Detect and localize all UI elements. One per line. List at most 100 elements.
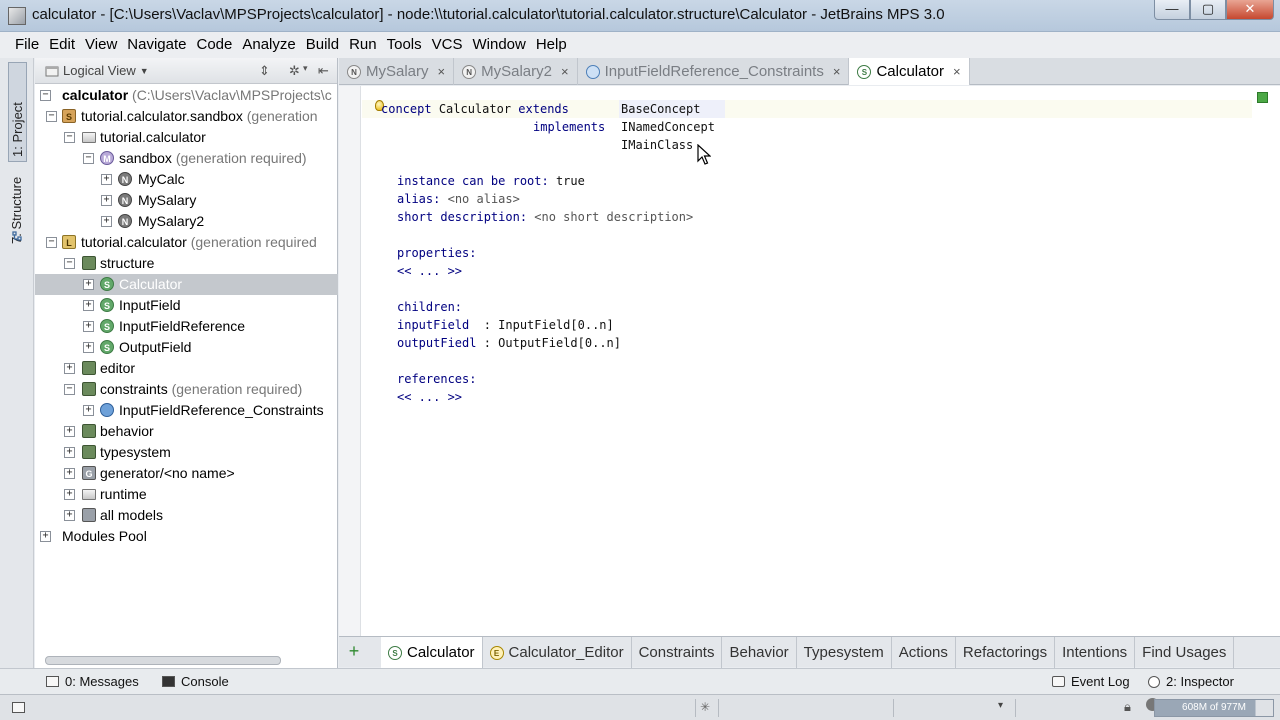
implements-reference-1[interactable]: INamedConcept: [621, 118, 715, 136]
concept-name[interactable]: Calculator: [439, 102, 511, 116]
aspect-tab-calculator-editor[interactable]: E Calculator_Editor: [483, 637, 632, 668]
close-tab-icon[interactable]: ×: [561, 64, 569, 79]
collapse-icon[interactable]: −: [83, 153, 94, 164]
tree-row-sandbox-model[interactable]: − M sandbox (generation required): [35, 148, 338, 169]
collapse-icon[interactable]: −: [64, 258, 75, 269]
tree-row-mycalc[interactable]: + N MyCalc: [35, 169, 338, 190]
expand-icon[interactable]: +: [64, 363, 75, 374]
expand-icon[interactable]: +: [64, 447, 75, 458]
tab-mysalary2[interactable]: N MySalary2 ×: [454, 58, 578, 85]
child-link-inputfield[interactable]: inputField : InputField[0..n]: [397, 316, 614, 334]
tree-row-all-models[interactable]: + all models: [35, 505, 338, 526]
aspect-tab-refactorings[interactable]: Refactorings: [956, 637, 1056, 668]
tree-row-typesystem[interactable]: + typesystem: [35, 442, 338, 463]
console-tool-button[interactable]: Console: [162, 674, 229, 689]
inspector-tool-button[interactable]: 2: Inspector: [1148, 674, 1234, 689]
expand-icon[interactable]: +: [64, 468, 75, 479]
minimize-button[interactable]: —: [1154, 0, 1190, 20]
view-selector[interactable]: Logical View ▼: [45, 63, 149, 78]
chevron-down-icon[interactable]: ▾: [998, 700, 1003, 711]
tree-row-constraints[interactable]: − constraints (generation required): [35, 379, 338, 400]
expand-icon[interactable]: +: [64, 489, 75, 500]
menu-window[interactable]: Window: [467, 32, 530, 58]
concept-editor[interactable]: concept Calculator extends BaseConcept i…: [339, 86, 1280, 636]
expand-icon[interactable]: +: [101, 174, 112, 185]
short-description-value[interactable]: <no short description>: [534, 210, 693, 224]
aspect-tab-intentions[interactable]: Intentions: [1055, 637, 1136, 668]
references-placeholder[interactable]: << ... >>: [397, 388, 462, 406]
expand-icon[interactable]: +: [64, 510, 75, 521]
tree-row-outputfield[interactable]: + S OutputField: [35, 337, 338, 358]
tree-row-mysalary2[interactable]: + N MySalary2: [35, 211, 338, 232]
aspect-tab-calculator[interactable]: S Calculator: [381, 637, 483, 668]
tab-calculator[interactable]: S Calculator ×: [849, 58, 970, 85]
collapse-icon[interactable]: −: [40, 90, 51, 101]
menu-analyze[interactable]: Analyze: [237, 32, 300, 58]
child-link-outputfield[interactable]: outputFiedl : OutputField[0..n]: [397, 334, 621, 352]
aspect-tab-actions[interactable]: Actions: [892, 637, 956, 668]
expand-icon[interactable]: +: [40, 531, 51, 542]
menu-edit[interactable]: Edit: [44, 32, 80, 58]
menu-run[interactable]: Run: [344, 32, 382, 58]
toggle-tool-windows-icon[interactable]: [12, 702, 25, 713]
tree-row-inputfieldreference[interactable]: + S InputFieldReference: [35, 316, 338, 337]
tab-inputfieldreference-constraints[interactable]: InputFieldReference_Constraints ×: [578, 58, 850, 85]
collapse-icon[interactable]: −: [46, 111, 57, 122]
collapse-all-icon[interactable]: ⇕: [259, 63, 270, 79]
aspect-tab-behavior[interactable]: Behavior: [722, 637, 797, 668]
expand-icon[interactable]: +: [101, 195, 112, 206]
add-aspect-button[interactable]: +: [339, 637, 369, 667]
expand-icon[interactable]: +: [83, 342, 94, 353]
expand-icon[interactable]: +: [83, 405, 94, 416]
tree-row-calculator-project[interactable]: − calculator (C:\Users\Vaclav\MPSProject…: [35, 85, 338, 106]
memory-indicator[interactable]: 608M of 977M: [1154, 699, 1274, 717]
expand-icon[interactable]: +: [64, 426, 75, 437]
menu-navigate[interactable]: Navigate: [122, 32, 191, 58]
aspect-tab-constraints[interactable]: Constraints: [632, 637, 723, 668]
tree-row-inputfieldreference-constraints[interactable]: + InputFieldReference_Constraints: [35, 400, 338, 421]
tree-row-sandbox-solution[interactable]: − S tutorial.calculator.sandbox (generat…: [35, 106, 338, 127]
event-log-tool-button[interactable]: Event Log: [1052, 674, 1130, 689]
extends-reference[interactable]: BaseConcept: [621, 100, 700, 118]
collapse-icon[interactable]: −: [64, 132, 75, 143]
tree-row-mysalary[interactable]: + N MySalary: [35, 190, 338, 211]
close-button[interactable]: ✕: [1226, 0, 1274, 20]
tree-row-inputfield[interactable]: + S InputField: [35, 295, 338, 316]
aspect-tab-find-usages[interactable]: Find Usages: [1135, 637, 1235, 668]
close-tab-icon[interactable]: ×: [953, 64, 961, 79]
tree-row-modules-pool[interactable]: + Modules Pool: [35, 526, 338, 547]
tree-row-editor[interactable]: + editor: [35, 358, 338, 379]
menu-tools[interactable]: Tools: [382, 32, 427, 58]
alias-value[interactable]: <no alias>: [448, 192, 520, 206]
collapse-icon[interactable]: −: [64, 384, 75, 395]
menu-help[interactable]: Help: [531, 32, 572, 58]
expand-icon[interactable]: +: [83, 279, 94, 290]
tree-row-language[interactable]: − L tutorial.calculator (generation requ…: [35, 232, 338, 253]
hide-panel-icon[interactable]: ⇤: [318, 63, 329, 79]
properties-placeholder[interactable]: << ... >>: [397, 262, 462, 280]
lock-icon[interactable]: 🔒︎: [1124, 699, 1131, 715]
close-tab-icon[interactable]: ×: [438, 64, 446, 79]
maximize-button[interactable]: ▢: [1190, 0, 1226, 20]
tree-row-runtime[interactable]: + runtime: [35, 484, 338, 505]
expand-icon[interactable]: +: [83, 321, 94, 332]
no-errors-marker-icon[interactable]: [1257, 92, 1268, 103]
project-tool-tab[interactable]: 1: Project: [8, 62, 27, 162]
tree-row-calculator-concept[interactable]: + S Calculator: [35, 274, 338, 295]
horizontal-scrollbar[interactable]: [45, 656, 281, 665]
menu-file[interactable]: File: [10, 32, 44, 58]
expand-icon[interactable]: +: [83, 300, 94, 311]
root-value[interactable]: true: [556, 174, 585, 188]
menu-build[interactable]: Build: [301, 32, 344, 58]
tab-mysalary[interactable]: N MySalary ×: [339, 58, 455, 85]
expand-icon[interactable]: +: [101, 216, 112, 227]
gear-icon[interactable]: ✲: [289, 63, 300, 79]
gear-dropdown-icon[interactable]: ▾: [303, 63, 308, 74]
collapse-icon[interactable]: −: [46, 237, 57, 248]
close-tab-icon[interactable]: ×: [833, 64, 841, 79]
messages-tool-button[interactable]: 0: Messages: [46, 674, 139, 689]
menu-view[interactable]: View: [80, 32, 122, 58]
tree-row-behavior[interactable]: + behavior: [35, 421, 338, 442]
tree-row-tutorial-calculator-folder[interactable]: − tutorial.calculator: [35, 127, 338, 148]
aspect-tab-typesystem[interactable]: Typesystem: [797, 637, 892, 668]
